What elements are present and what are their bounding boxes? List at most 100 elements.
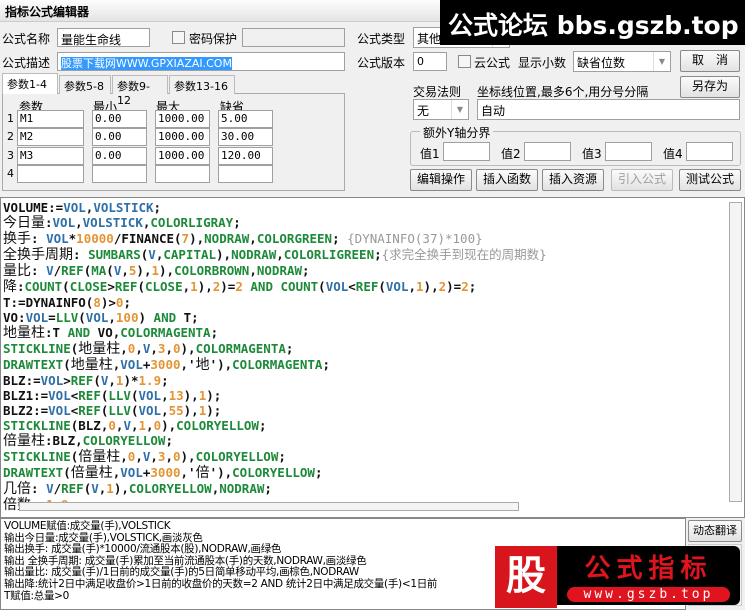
code-token: VOL bbox=[52, 215, 76, 230]
code-token: ; bbox=[165, 433, 173, 448]
dynamic-translate-button[interactable]: 动态翻译 bbox=[688, 520, 742, 542]
output-line: VOLUME赋值:成交量(手),VOLSTICK bbox=[4, 520, 171, 532]
code-token: ; bbox=[153, 200, 162, 215]
yaxis-value-label: 值2 bbox=[501, 147, 521, 161]
code-token: )* bbox=[123, 373, 139, 388]
code-token: V bbox=[46, 263, 54, 278]
code-token: 1 bbox=[106, 481, 114, 496]
tab-params-13-16[interactable]: 参数13-16 bbox=[169, 75, 235, 94]
code-token: VO: bbox=[3, 310, 26, 325]
code-token: ; bbox=[278, 449, 286, 464]
password-input[interactable] bbox=[242, 28, 345, 47]
code-token: 0 bbox=[172, 341, 181, 356]
param-def-cell[interactable] bbox=[218, 164, 273, 183]
code-token: AND bbox=[153, 310, 177, 325]
save-as-button[interactable]: 另存为 bbox=[680, 76, 740, 98]
param-row-number: 1 bbox=[7, 112, 14, 125]
code-token: VOL bbox=[120, 465, 143, 480]
action-button[interactable]: 测试公式 bbox=[679, 169, 741, 191]
param-def-cell[interactable]: 5.00 bbox=[218, 110, 273, 128]
cloud-label: 云公式 bbox=[474, 56, 511, 70]
tab-params-9-12[interactable]: 参数9-12 bbox=[112, 75, 168, 107]
code-line: VOLUME:=VOL,VOLSTICK; bbox=[3, 200, 547, 215]
code-editor[interactable]: VOLUME:=VOL,VOLSTICK; 今日量:VOL,VOLSTICK,CO… bbox=[0, 197, 745, 518]
decimals-value: 缺省位数 bbox=[577, 56, 626, 70]
code-token: COLORLIGREEN bbox=[283, 247, 375, 262]
version-input[interactable]: 0 bbox=[413, 52, 447, 71]
param-name-cell[interactable]: M2 bbox=[17, 128, 84, 147]
code-token: REF bbox=[114, 279, 138, 294]
code-token: COLORMAGENTA bbox=[120, 325, 211, 340]
code-token: REF bbox=[355, 279, 379, 294]
code-token: ), bbox=[423, 279, 439, 294]
code-token: ( bbox=[318, 279, 326, 294]
code-token: ), bbox=[113, 481, 129, 496]
action-button[interactable]: 编辑操作 bbox=[410, 169, 472, 191]
code-token: :BLZ, bbox=[45, 433, 83, 448]
code-token: VOLSTICK bbox=[93, 200, 154, 215]
code-token: ; bbox=[468, 279, 477, 294]
param-name-cell[interactable] bbox=[17, 164, 84, 183]
action-button[interactable]: 引入公式 bbox=[611, 169, 673, 191]
horizontal-scrollbar[interactable] bbox=[19, 502, 519, 511]
action-button[interactable]: 插入资源 bbox=[542, 169, 604, 191]
param-min-cell[interactable]: 0.00 bbox=[92, 110, 147, 128]
param-min-cell[interactable]: 0.00 bbox=[92, 128, 147, 147]
code-token: NODRAW bbox=[219, 481, 265, 496]
code-token: STICKLINE bbox=[3, 418, 71, 433]
axis-label: 坐标线位置,最多6个,用分号分隔 bbox=[477, 85, 649, 99]
action-button[interactable]: 插入函数 bbox=[476, 169, 538, 191]
code-token: NODRAW bbox=[256, 263, 303, 278]
code-token: VOL bbox=[138, 403, 162, 418]
code-token: : bbox=[45, 215, 53, 230]
yaxis-value-input[interactable] bbox=[605, 142, 652, 161]
code-token: LLV bbox=[108, 388, 131, 403]
code-token: ; bbox=[314, 465, 323, 480]
code-token: CLOSE bbox=[69, 279, 108, 294]
trade-rule-select[interactable]: 无 ▼ bbox=[413, 99, 469, 120]
password-checkbox[interactable] bbox=[172, 31, 185, 44]
yaxis-value-input[interactable] bbox=[443, 142, 490, 161]
code-token: , bbox=[249, 231, 257, 246]
param-min-cell[interactable]: 0.00 bbox=[92, 146, 147, 165]
param-min-cell[interactable] bbox=[92, 164, 147, 183]
code-token: COLORLIGRAY bbox=[150, 215, 234, 230]
code-line: DRAWTEXT(倍量柱,VOL+3000,'倍'),COLORYELLOW; bbox=[3, 465, 547, 481]
param-max-cell[interactable] bbox=[155, 164, 210, 183]
code-token: ( bbox=[137, 279, 145, 294]
param-def-cell[interactable]: 120.00 bbox=[218, 146, 273, 165]
param-max-cell[interactable]: 1000.00 bbox=[155, 110, 210, 128]
code-token: / bbox=[53, 263, 62, 278]
desc-value: 股票下载网WWW.GPXIAZAI.COM bbox=[61, 57, 232, 70]
code-token: 3000 bbox=[150, 465, 181, 480]
code-token: : bbox=[73, 247, 89, 262]
param-name-cell[interactable]: M1 bbox=[17, 110, 84, 128]
code-line: BLZ:=VOL>REF(V,1)*1.9; bbox=[3, 373, 547, 388]
param-max-cell[interactable]: 1000.00 bbox=[155, 146, 210, 165]
desc-input[interactable]: 股票下载网WWW.GPXIAZAI.COM bbox=[57, 52, 345, 71]
code-token: 降 bbox=[3, 279, 17, 295]
code-token: , bbox=[121, 263, 129, 278]
yaxis-value-input[interactable] bbox=[524, 142, 571, 161]
param-name-cell[interactable]: M3 bbox=[17, 146, 84, 165]
name-input[interactable]: 量能生命线 bbox=[57, 28, 150, 47]
code-token: VOL bbox=[138, 388, 162, 403]
yaxis-group-label: 额外Y轴分界 bbox=[420, 124, 494, 141]
code-token: : bbox=[31, 481, 47, 496]
code-text[interactable]: VOLUME:=VOL,VOLSTICK; 今日量:VOL,VOLSTICK,CO… bbox=[3, 200, 547, 513]
tab-params-5-8[interactable]: 参数5-8 bbox=[59, 75, 111, 94]
param-max-cell[interactable]: 1000.00 bbox=[155, 128, 210, 147]
tab-params-1-4[interactable]: 参数1-4 bbox=[2, 73, 58, 94]
cancel-button[interactable]: 取 消 bbox=[680, 50, 740, 72]
code-line: 今日量:VOL,VOLSTICK,COLORLIGRAY; bbox=[3, 215, 547, 231]
code-token: , bbox=[150, 341, 158, 356]
decimals-select[interactable]: 缺省位数 ▼ bbox=[573, 51, 671, 72]
cloud-checkbox[interactable] bbox=[458, 55, 471, 68]
code-token: VOL bbox=[85, 310, 109, 325]
axis-input[interactable]: 自动 bbox=[477, 99, 740, 120]
param-def-cell[interactable]: 30.00 bbox=[218, 128, 273, 147]
vertical-scrollbar[interactable] bbox=[729, 202, 742, 502]
code-token: '), bbox=[209, 357, 233, 372]
yaxis-value-input[interactable] bbox=[686, 142, 733, 161]
code-token: COLORYELLOW bbox=[128, 481, 212, 496]
